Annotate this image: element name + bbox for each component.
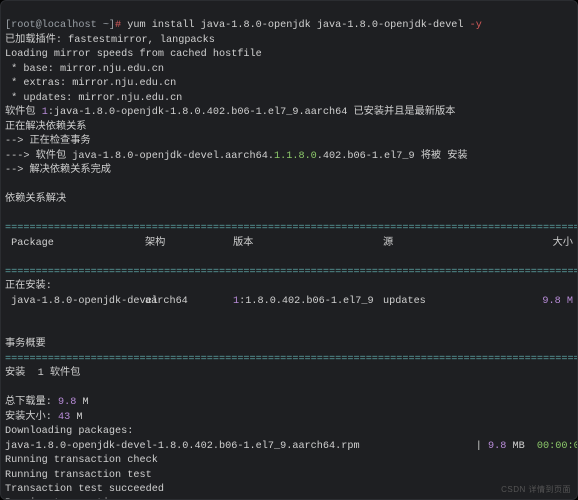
line-dash-done: --> 解决依赖关系完成 <box>5 165 111 176</box>
line-plugins: 已加载插件: fastestmirror, langpacks <box>5 35 215 46</box>
cell-version: 1:1.8.0.402.b06-1.el7_9 <box>233 295 383 309</box>
col-arch: 架构 <box>145 237 233 251</box>
table-sep-top: ========================================… <box>5 223 578 234</box>
table-sep-bottom: ========================================… <box>5 354 578 365</box>
cell-repo: updates <box>383 295 471 309</box>
installing-header: 正在安装: <box>5 281 52 292</box>
cell-size: 9.8 M <box>471 295 573 309</box>
col-package: Package <box>5 237 145 251</box>
downloading-header: Downloading packages: <box>5 426 133 437</box>
prompt-line[interactable]: [root@localhost ~]# yum install java-1.8… <box>5 20 482 31</box>
txn-summary: 事务概要 <box>5 339 46 350</box>
install-count: 安装 1 软件包 <box>5 368 80 379</box>
col-version: 版本 <box>233 237 383 251</box>
run-test: Running transaction test <box>5 470 152 481</box>
prompt-hash: # <box>115 20 121 31</box>
line-pkg-latest: 软件包 1:java-1.8.0-openjdk-1.8.0.402.b06-1… <box>5 107 455 118</box>
run-check: Running transaction check <box>5 455 158 466</box>
line-resolving: 正在解决依赖关系 <box>5 122 87 133</box>
cell-name: java-1.8.0-openjdk-devel <box>5 295 145 309</box>
installed-size: 安装大小: 43 M <box>5 412 82 423</box>
rpm-line: java-1.8.0-openjdk-devel-1.8.0.402.b06-1… <box>5 441 578 452</box>
line-dash-check: --> 正在检查事务 <box>5 136 91 147</box>
line-deps-resolved: 依赖关系解决 <box>5 194 66 205</box>
line-dash-pkg: ---> 软件包 java-1.8.0-openjdk-devel.aarch6… <box>5 151 468 162</box>
line-mirror-base: * base: mirror.nju.edu.cn <box>5 64 164 75</box>
terminal-output[interactable]: [root@localhost ~]# yum install java-1.8… <box>5 5 573 495</box>
command-text: yum install java-1.8.0-openjdk java-1.8.… <box>127 20 469 31</box>
cell-arch: aarch64 <box>145 295 233 309</box>
table-row: java-1.8.0-openjdk-develaarch641:1.8.0.4… <box>5 295 573 309</box>
col-size: 大小 <box>471 237 573 251</box>
watermark: CSDN 详情到页面 <box>501 484 571 495</box>
line-mirror-updates: * updates: mirror.nju.edu.cn <box>5 93 182 104</box>
table-header-row: Package架构版本源大小 <box>5 237 573 251</box>
command-flag: -y <box>470 20 482 31</box>
total-download: 总下载量: 9.8 M <box>5 397 89 408</box>
line-loading-mirror: Loading mirror speeds from cached hostfi… <box>5 49 262 60</box>
prompt-userhost: [root@localhost ~] <box>5 20 115 31</box>
line-mirror-extras: * extras: mirror.nju.edu.cn <box>5 78 176 89</box>
test-ok: Transaction test succeeded <box>5 484 164 495</box>
col-repo: 源 <box>383 237 471 251</box>
table-sep-mid: ========================================… <box>5 267 578 278</box>
